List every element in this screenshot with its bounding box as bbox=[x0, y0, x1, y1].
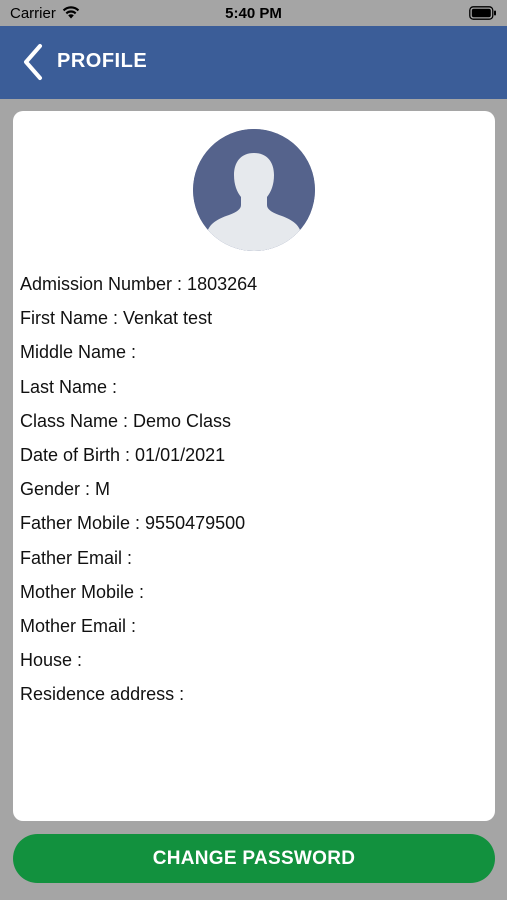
change-password-button[interactable]: CHANGE PASSWORD bbox=[13, 834, 495, 883]
navigation-bar: PROFILE bbox=[0, 26, 507, 99]
profile-field-residence-address: Residence address : bbox=[20, 684, 185, 705]
status-time: 5:40 PM bbox=[225, 5, 282, 22]
page-title: PROFILE bbox=[57, 50, 148, 72]
profile-field-date-of-birth: Date of Birth : 01/01/2021 bbox=[20, 444, 226, 465]
profile-field-father-mobile: Father Mobile : 9550479500 bbox=[20, 513, 246, 534]
profile-field-first-name: First Name : Venkat test bbox=[20, 308, 213, 329]
profile-field-admission-number: Admission Number : 1803264 bbox=[20, 274, 258, 294]
profile-field-class-name: Class Name : Demo Class bbox=[20, 410, 232, 431]
profile-field-last-name: Last Name : bbox=[20, 376, 118, 397]
user-avatar-icon bbox=[193, 129, 315, 251]
chevron-left-icon bbox=[24, 44, 42, 80]
avatar bbox=[193, 129, 315, 251]
profile-fields: Admission Number : 1803264 First Name : V… bbox=[20, 274, 257, 718]
status-bar: Carrier 5:40 PM bbox=[0, 0, 507, 26]
profile-field-mother-email: Mother Email : bbox=[20, 615, 137, 636]
back-button[interactable] bbox=[18, 42, 48, 82]
profile-field-middle-name: Middle Name : bbox=[20, 342, 137, 363]
profile-field-gender: Gender : M bbox=[20, 479, 111, 500]
profile-field-mother-mobile: Mother Mobile : bbox=[20, 581, 145, 602]
profile-field-father-email: Father Email : bbox=[20, 547, 133, 568]
profile-field-house: House : bbox=[20, 650, 83, 671]
profile-card: Admission Number : 1803264 First Name : V… bbox=[13, 111, 495, 821]
battery-icon bbox=[469, 6, 497, 20]
